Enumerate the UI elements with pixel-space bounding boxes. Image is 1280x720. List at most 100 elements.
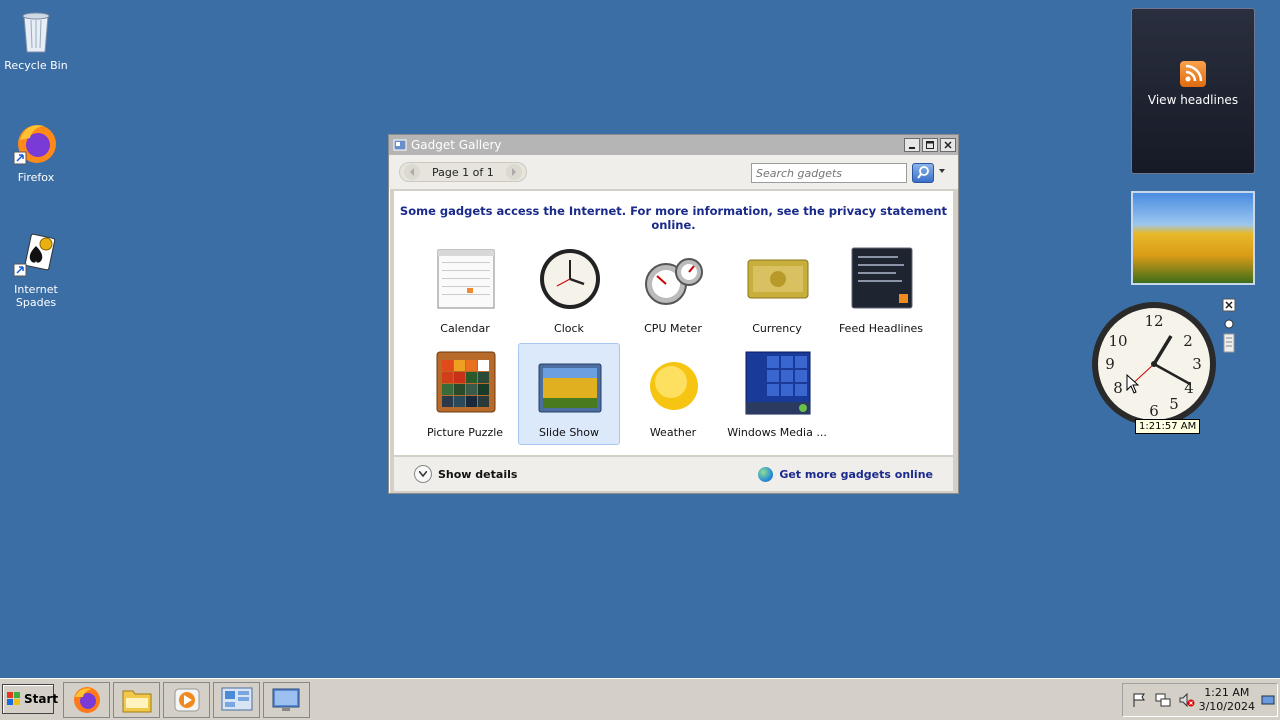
windows-flag-icon [7, 692, 21, 706]
media-player-icon [174, 688, 199, 712]
gadget-gallery-icon [393, 138, 407, 152]
taskbar-app-media-player[interactable] [163, 682, 210, 718]
taskbar-app-file-explorer[interactable] [113, 682, 160, 718]
gadget-label: Feed Headlines [838, 322, 924, 335]
slide-show-gadget[interactable] [1131, 191, 1255, 285]
rss-icon [1180, 61, 1206, 87]
desktop-icon-internet-spades[interactable]: Internet Spades [0, 232, 72, 309]
window-title: Gadget Gallery [411, 138, 502, 152]
gadget-label: Weather [649, 426, 697, 439]
gadget-label: Clock [554, 322, 584, 335]
search-button[interactable] [912, 163, 934, 183]
chevron-left-icon [410, 168, 414, 176]
get-more-gadgets-link[interactable]: Get more gadgets online [758, 466, 933, 482]
privacy-notice: Some gadgets access the Internet. For mo… [399, 204, 948, 232]
feed-headlines-gadget[interactable]: View headlines [1131, 8, 1255, 174]
recycle-bin-icon [12, 8, 60, 56]
page-indicator: Page 1 of 1 [432, 165, 494, 179]
svg-text:10: 10 [1108, 332, 1127, 350]
clock-gadget[interactable]: 12 2 3 456 8 9 10 [1088, 298, 1220, 430]
volume-muted-icon[interactable] [1179, 692, 1195, 708]
desktop-icon-recycle-bin[interactable]: Recycle Bin [0, 8, 72, 72]
svg-text:2: 2 [1183, 332, 1193, 350]
close-icon [944, 141, 952, 149]
gadget-clock[interactable]: Clock [518, 239, 620, 341]
flag-icon[interactable] [1131, 692, 1147, 708]
chevron-down-icon [414, 465, 432, 483]
taskbar-app-gadgets[interactable] [213, 682, 260, 718]
gadget-label: Windows Media ... [727, 426, 827, 439]
start-label: Start [24, 692, 59, 706]
currency-icon [745, 246, 811, 312]
svg-text:8: 8 [1113, 379, 1123, 397]
taskbar-app-remote-desktop[interactable] [263, 682, 310, 718]
svg-text:6: 6 [1149, 402, 1159, 420]
gadget-cpu-meter[interactable]: CPU Meter [622, 239, 724, 341]
firefox-icon [12, 120, 60, 168]
desktop-icon-firefox[interactable]: Firefox [0, 120, 72, 184]
previous-page-button[interactable] [404, 164, 420, 180]
gadget-list: Some gadgets access the Internet. For mo… [394, 191, 953, 455]
start-button[interactable]: Start [2, 684, 58, 714]
picture-puzzle-icon [433, 350, 499, 416]
maximize-button[interactable] [922, 138, 938, 152]
firefox-icon [73, 687, 100, 713]
search-input[interactable] [751, 163, 907, 183]
windows-media-icon [745, 350, 811, 416]
gadget-label: Currency [752, 322, 802, 335]
svg-text:9: 9 [1105, 355, 1115, 373]
desktop-icon-label: Recycle Bin [4, 59, 68, 72]
remote-desktop-icon [272, 688, 299, 711]
window-titlebar[interactable]: Gadget Gallery [389, 135, 958, 155]
calendar-icon [433, 246, 499, 312]
gallery-toolbar: Page 1 of 1 [389, 155, 958, 189]
gadget-drag-handle[interactable] [1223, 333, 1235, 353]
system-time: 1:21 AM [1204, 686, 1250, 699]
minimize-button[interactable] [904, 138, 920, 152]
clock-tooltip: 1:21:57 AM [1135, 419, 1201, 434]
svg-text:12: 12 [1144, 312, 1163, 330]
desktop-icon-label: Internet Spades [14, 283, 58, 309]
gadget-options-icon[interactable] [1224, 319, 1234, 329]
system-date: 3/10/2024 [1198, 700, 1255, 713]
gadget-currency[interactable]: Currency [726, 239, 828, 341]
gadget-gallery-window: Gadget Gallery Page 1 of 1 Search gadget… [388, 134, 959, 494]
taskbar: Start 1:21 AM 3/10/2024 [0, 678, 1280, 720]
search-icon [917, 166, 929, 179]
weather-icon [641, 350, 707, 416]
taskbar-app-firefox[interactable] [63, 682, 110, 718]
internet-spades-icon [12, 232, 60, 280]
cpu-meter-icon [641, 246, 707, 312]
maximize-icon [926, 141, 934, 149]
gadget-label: CPU Meter [644, 322, 702, 335]
svg-text:5: 5 [1169, 395, 1179, 413]
gadget-label: Slide Show [538, 426, 600, 439]
feed-headlines-icon [849, 246, 915, 312]
next-page-button[interactable] [505, 164, 522, 180]
pager: Page 1 of 1 [399, 162, 527, 182]
show-details-label: Show details [438, 467, 518, 481]
network-icon[interactable] [1155, 692, 1171, 708]
gadgets-icon [221, 687, 252, 711]
globe-icon [758, 466, 774, 482]
search-options-dropdown[interactable] [939, 169, 945, 173]
show-desktop-button[interactable] [1261, 693, 1275, 707]
svg-text:3: 3 [1192, 355, 1202, 373]
gadget-windows-media[interactable]: Windows Media ... [726, 343, 828, 445]
gallery-footer: Show details Get more gadgets online [394, 457, 953, 491]
show-desktop-icon [1261, 695, 1275, 705]
gadget-label: Calendar [440, 322, 490, 335]
file-explorer-icon [122, 690, 151, 713]
get-more-gadgets-label: Get more gadgets online [779, 467, 933, 481]
clock-icon [537, 246, 603, 312]
gadget-calendar[interactable]: Calendar [414, 239, 516, 341]
gadget-feed-headlines[interactable]: Feed Headlines [830, 239, 932, 341]
view-headlines-label: View headlines [1147, 93, 1239, 107]
mouse-cursor-icon [1126, 374, 1140, 394]
show-details-toggle[interactable]: Show details [414, 465, 517, 483]
gadget-picture-puzzle[interactable]: Picture Puzzle [414, 343, 516, 445]
gadget-weather[interactable]: Weather [622, 343, 724, 445]
close-button[interactable] [940, 138, 956, 152]
system-clock[interactable]: 1:21 AM 3/10/2024 [1199, 686, 1255, 714]
gadget-slide-show[interactable]: Slide Show [518, 343, 620, 445]
